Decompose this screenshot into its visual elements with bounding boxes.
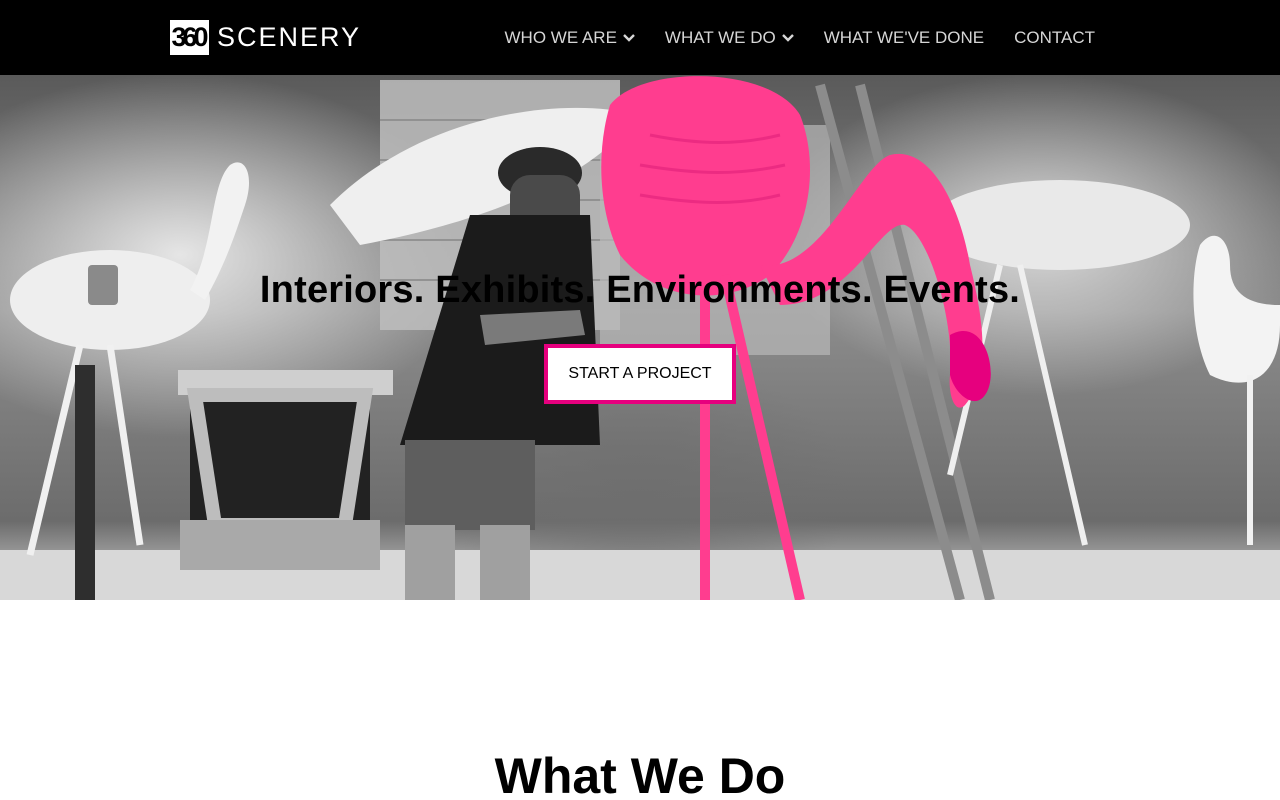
nav-item-contact[interactable]: CONTACT	[1014, 28, 1095, 48]
start-project-button[interactable]: START A PROJECT	[544, 344, 736, 404]
main-nav: WHO WE ARE WHAT WE DO WHAT WE'VE DONE CO…	[505, 0, 1095, 75]
nav-item-label: WHAT WE'VE DONE	[823, 27, 985, 47]
nav-item-label: WHO WE ARE	[504, 27, 617, 47]
hero-photo-icon	[0, 76, 1280, 600]
nav-item-label: WHAT WE DO	[664, 27, 776, 47]
nav-item-what-we-do[interactable]: WHAT WE DO	[665, 28, 794, 48]
chevron-down-icon	[781, 33, 794, 42]
site-logo[interactable]: 360 SCENERY	[170, 19, 361, 55]
logo-wordmark: SCENERY	[217, 21, 362, 52]
hero-headline: Interiors. Exhibits. Environments. Event…	[259, 269, 1021, 311]
logo-mark: 360	[170, 19, 209, 55]
nav-item-who-we-are[interactable]: WHO WE ARE	[505, 28, 635, 48]
nav-item-label: CONTACT	[1014, 27, 1095, 47]
hero-banner: Interiors. Exhibits. Environments. Event…	[0, 75, 1280, 600]
section-title-what-we-do: What We Do	[494, 748, 786, 800]
site-header: 360 SCENERY WHO WE ARE WHAT WE DO WHAT W…	[0, 0, 1280, 75]
nav-item-what-weve-done[interactable]: WHAT WE'VE DONE	[824, 28, 984, 48]
chevron-down-icon	[623, 33, 635, 42]
